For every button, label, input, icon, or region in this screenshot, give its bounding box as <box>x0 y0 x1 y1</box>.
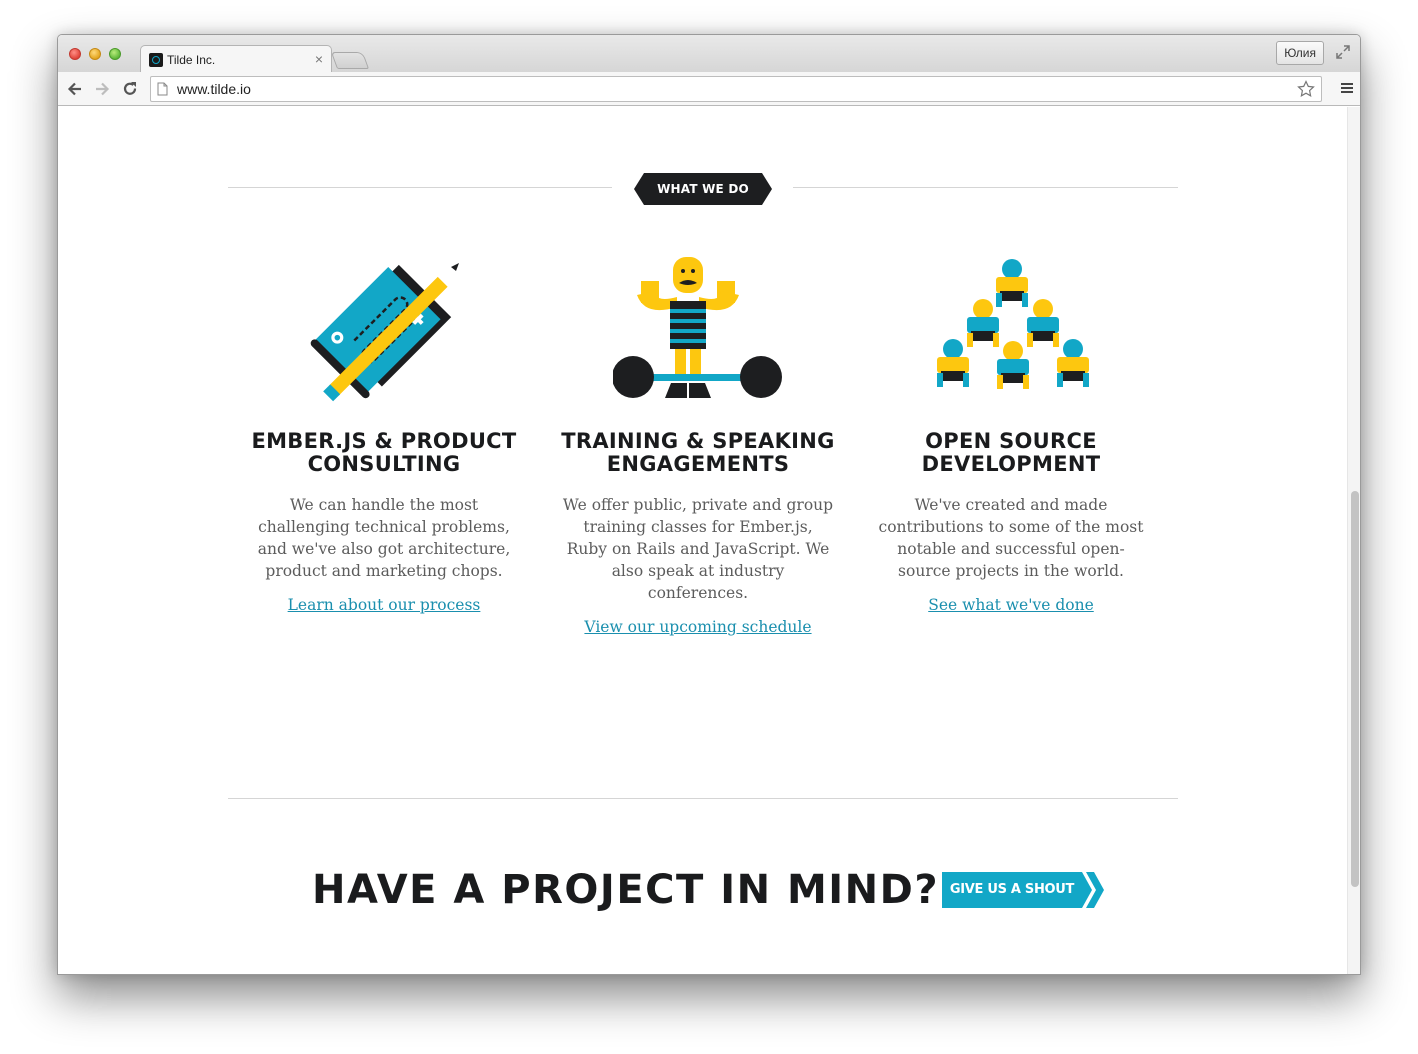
back-arrow-icon[interactable] <box>66 80 84 98</box>
service-title: OPEN SOURCE DEVELOPMENT <box>921 429 1101 476</box>
scroll-thumb[interactable] <box>1351 491 1359 887</box>
see-work-link[interactable]: See what we've done <box>928 596 1094 614</box>
give-us-a-shout-button[interactable]: GIVE US A SHOUT <box>942 872 1106 908</box>
strongman-icon <box>613 257 782 398</box>
menu-icon[interactable] <box>1340 81 1354 95</box>
address-bar[interactable]: www.tilde.io <box>150 76 1322 102</box>
learn-process-link[interactable]: Learn about our process <box>288 596 481 614</box>
page-icon <box>157 82 168 96</box>
view-schedule-link[interactable]: View our upcoming schedule <box>584 618 811 636</box>
new-tab-button[interactable] <box>330 52 370 69</box>
service-description: We've created and made contributions to … <box>878 496 1144 580</box>
tilde-favicon-icon <box>149 53 163 67</box>
tab-strip: Tilde Inc. × Юлия <box>58 35 1360 73</box>
url-text: www.tilde.io <box>177 81 251 97</box>
vertical-scrollbar[interactable] <box>1347 107 1360 974</box>
reload-icon[interactable] <box>121 80 139 98</box>
service-open-source: OPEN SOURCE DEVELOPMENT We've created an… <box>866 257 1156 615</box>
blueprint-pencil-icon <box>310 263 459 402</box>
service-consulting: EMBER.JS & PRODUCT CONSULTING We can han… <box>239 257 529 615</box>
close-window-button[interactable] <box>69 48 81 60</box>
fullscreen-icon[interactable] <box>1335 44 1351 60</box>
cta-divider <box>228 798 1178 799</box>
bookmark-star-icon[interactable] <box>1297 80 1315 98</box>
section-badge: WHAT WE DO <box>634 173 772 205</box>
cta-button-label: GIVE US A SHOUT <box>949 882 1075 897</box>
zoom-window-button[interactable] <box>109 48 121 60</box>
minimize-window-button[interactable] <box>89 48 101 60</box>
toolbar: www.tilde.io <box>58 72 1360 106</box>
tab-title: Tilde Inc. <box>167 53 216 67</box>
forward-arrow-icon[interactable] <box>93 80 111 98</box>
profile-button[interactable]: Юлия <box>1276 41 1324 65</box>
section-divider-left <box>228 187 612 188</box>
service-training: TRAINING & SPEAKING ENGAGEMENTS We offer… <box>553 257 843 637</box>
page-viewport: WHAT WE DO EMBER.JS & PRODUCT CONSULTING… <box>58 107 1347 974</box>
tab-tilde[interactable]: Tilde Inc. × <box>140 45 332 73</box>
service-title: TRAINING & SPEAKING ENGAGEMENTS <box>561 429 835 476</box>
service-description: We offer public, private and group train… <box>562 496 834 602</box>
cta-title: HAVE A PROJECT IN MIND? <box>312 867 940 913</box>
service-description: We can handle the most challenging techn… <box>257 496 511 580</box>
tab-close-icon[interactable]: × <box>315 51 323 67</box>
human-pyramid-icon <box>937 259 1089 389</box>
service-title: EMBER.JS & PRODUCT CONSULTING <box>251 429 517 476</box>
browser-window: Tilde Inc. × Юлия www.tilde.io WHAT WE D… <box>57 34 1361 975</box>
section-divider-right <box>793 187 1178 188</box>
